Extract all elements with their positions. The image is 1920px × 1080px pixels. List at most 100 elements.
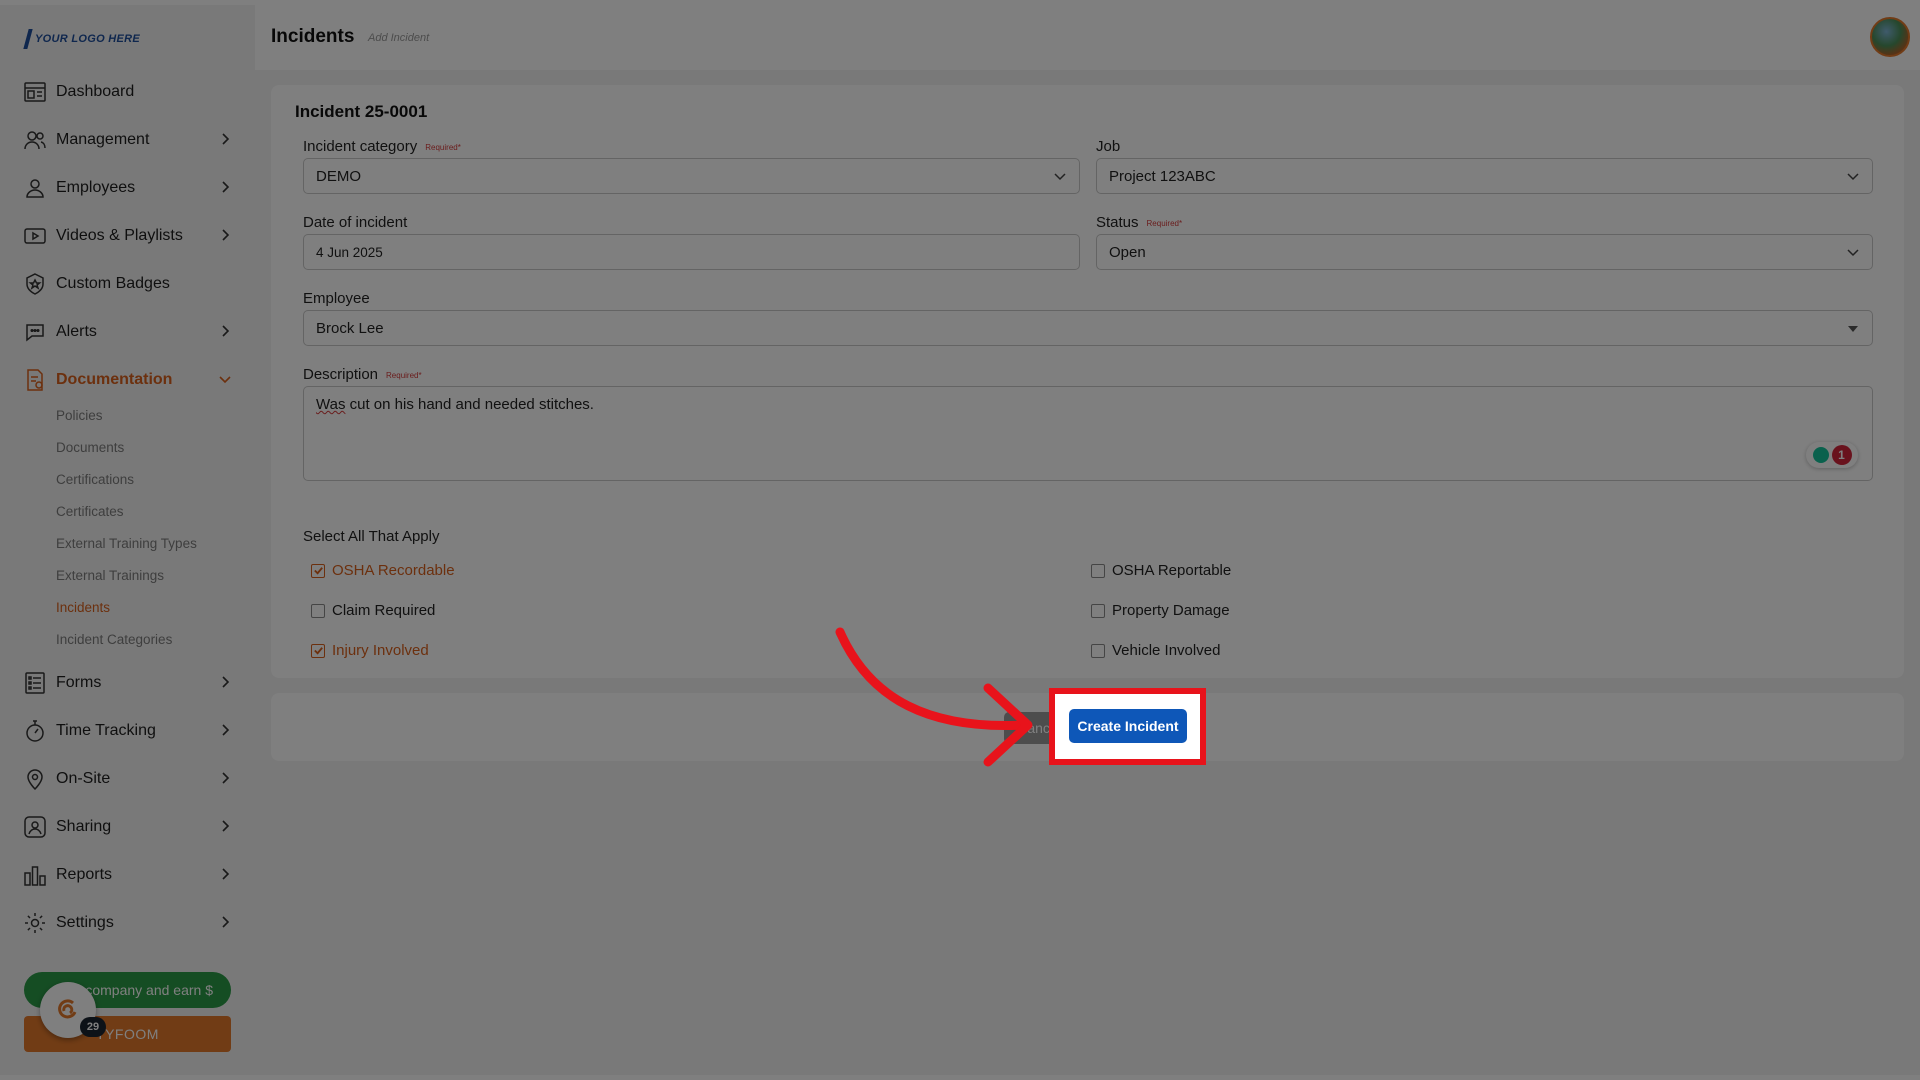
sidebar-item-documentation[interactable]: Documentation — [22, 364, 242, 396]
sidebar: YOUR LOGO HERE Dashboard Management Empl… — [0, 5, 255, 1075]
osha-reportable-checkbox[interactable]: OSHA Reportable — [1091, 562, 1231, 579]
page-subtitle: Add Incident — [368, 32, 430, 44]
employee-label: Employee — [303, 290, 370, 307]
avatar[interactable] — [1870, 17, 1910, 57]
status-value: Open — [1109, 243, 1146, 261]
checkbox-label: OSHA Reportable — [1112, 562, 1232, 579]
description-label: Description Required* — [303, 366, 422, 383]
job-select[interactable]: Project 123ABC — [1096, 158, 1873, 194]
sharing-icon — [22, 815, 48, 839]
sidebar-item-on-site[interactable]: On-Site — [22, 763, 242, 795]
checkbox-box[interactable] — [1091, 643, 1105, 658]
checkbox-box[interactable] — [1091, 563, 1105, 578]
sidebar-subitem-documents[interactable]: Documents — [56, 440, 124, 455]
caret-down-icon — [1848, 326, 1858, 332]
chevron-right-icon — [222, 676, 230, 688]
sidebar-item-label: Reports — [56, 866, 113, 883]
sidebar-subitem-external-trainings[interactable]: External Trainings — [56, 568, 164, 583]
chevron-right-icon — [222, 181, 230, 193]
date-label: Date of incident — [303, 214, 408, 231]
sidebar-item-dashboard[interactable]: Dashboard — [22, 76, 242, 108]
sidebar-subitem-policies[interactable]: Policies — [56, 408, 103, 423]
sidebar-item-settings[interactable]: Settings — [22, 907, 242, 939]
sidebar-item-label: Sharing — [56, 818, 112, 835]
sidebar-item-forms[interactable]: Forms — [22, 667, 242, 699]
osha-recordable-checkbox[interactable]: OSHA Recordable — [311, 562, 455, 579]
employee-value: Brock Lee — [316, 319, 384, 337]
chevron-down-icon — [1847, 173, 1859, 181]
sidebar-subitem-incidents[interactable]: Incidents — [56, 600, 110, 615]
sidebar-item-label: Settings — [56, 914, 114, 931]
required-marker: Required* — [386, 370, 422, 380]
description-text-first-word: Was — [316, 396, 346, 413]
chevron-right-icon — [222, 133, 230, 145]
gear-icon — [22, 911, 48, 935]
management-icon — [22, 128, 48, 152]
incident-category-value: DEMO — [316, 167, 361, 185]
chat-logo-icon — [58, 999, 77, 1019]
checkbox-label: Claim Required — [332, 602, 436, 619]
sidebar-item-label: Videos & Playlists — [56, 227, 183, 244]
create-incident-button[interactable]: Create Incident — [1069, 709, 1187, 743]
sidebar-item-label: Management — [56, 131, 150, 148]
sidebar-item-label: Forms — [56, 674, 102, 691]
dashboard-icon — [22, 80, 48, 104]
checkbox-label: Property Damage — [1112, 602, 1230, 619]
chat-count-badge: 29 — [80, 1017, 106, 1037]
sidebar-item-videos[interactable]: Videos & Playlists — [22, 220, 242, 252]
grammar-checker-widget[interactable]: 1 — [1806, 442, 1858, 468]
checkbox-label: Vehicle Involved — [1112, 642, 1221, 659]
checkbox-box[interactable] — [311, 563, 325, 578]
sidebar-item-employees[interactable]: Employees — [22, 172, 242, 204]
checkbox-box[interactable] — [311, 643, 325, 658]
date-of-incident-field[interactable]: 4 Jun 2025 — [303, 234, 1080, 270]
stopwatch-icon — [22, 719, 48, 743]
employee-select[interactable]: Brock Lee — [303, 310, 1873, 346]
badge-icon — [22, 272, 48, 296]
chevron-right-icon — [222, 916, 230, 928]
description-textarea[interactable]: Was cut on his hand and needed stitches.… — [303, 386, 1873, 481]
incident-number-title: Incident 25-0001 — [295, 102, 428, 121]
logo[interactable]: YOUR LOGO HERE — [23, 29, 140, 49]
sidebar-item-time-tracking[interactable]: Time Tracking — [22, 715, 242, 747]
sidebar-item-custom-badges[interactable]: Custom Badges — [22, 268, 242, 300]
refer-label: company and earn $ — [85, 982, 213, 998]
location-pin-icon — [22, 767, 48, 791]
sidebar-subitem-external-training-types[interactable]: External Training Types — [56, 536, 197, 551]
chevron-right-icon — [222, 724, 230, 736]
pointer-arrow-icon — [835, 627, 1033, 767]
status-select[interactable]: Open — [1096, 234, 1873, 270]
grammar-logo-icon — [1812, 447, 1829, 463]
checkbox-box[interactable] — [1091, 603, 1105, 618]
chevron-right-icon — [222, 229, 230, 241]
checkbox-label: Injury Involved — [332, 642, 429, 659]
sidebar-subitem-certifications[interactable]: Certifications — [56, 472, 134, 487]
sidebar-item-management[interactable]: Management — [22, 124, 242, 156]
vehicle-involved-checkbox[interactable]: Vehicle Involved — [1091, 642, 1220, 659]
sidebar-subitem-certificates[interactable]: Certificates — [56, 504, 124, 519]
job-value: Project 123ABC — [1109, 167, 1216, 185]
grammar-issue-count: 1 — [1831, 445, 1852, 465]
sidebar-item-sharing[interactable]: Sharing — [22, 811, 242, 843]
documentation-icon — [22, 368, 48, 392]
sidebar-item-alerts[interactable]: Alerts — [22, 316, 242, 348]
sidebar-subitem-incident-categories[interactable]: Incident Categories — [56, 632, 172, 647]
alerts-icon — [22, 320, 48, 344]
description-text: cut on his hand and needed stitches. — [345, 396, 594, 413]
claim-required-checkbox[interactable]: Claim Required — [311, 602, 435, 619]
checkbox-label: OSHA Recordable — [332, 562, 455, 579]
date-value: 4 Jun 2025 — [316, 244, 383, 260]
checkbox-box[interactable] — [311, 603, 325, 618]
injury-involved-checkbox[interactable]: Injury Involved — [311, 642, 429, 659]
chevron-right-icon — [222, 820, 230, 832]
forms-icon — [22, 671, 48, 695]
property-damage-checkbox[interactable]: Property Damage — [1091, 602, 1230, 619]
chevron-right-icon — [222, 868, 230, 880]
sidebar-item-reports[interactable]: Reports — [22, 859, 242, 891]
chevron-right-icon — [222, 325, 230, 337]
status-label: Status Required* — [1096, 214, 1183, 231]
select-all-label: Select All That Apply — [303, 528, 440, 545]
incident-category-select[interactable]: DEMO — [303, 158, 1080, 194]
required-marker: Required* — [1146, 218, 1183, 228]
reports-icon — [22, 863, 48, 887]
